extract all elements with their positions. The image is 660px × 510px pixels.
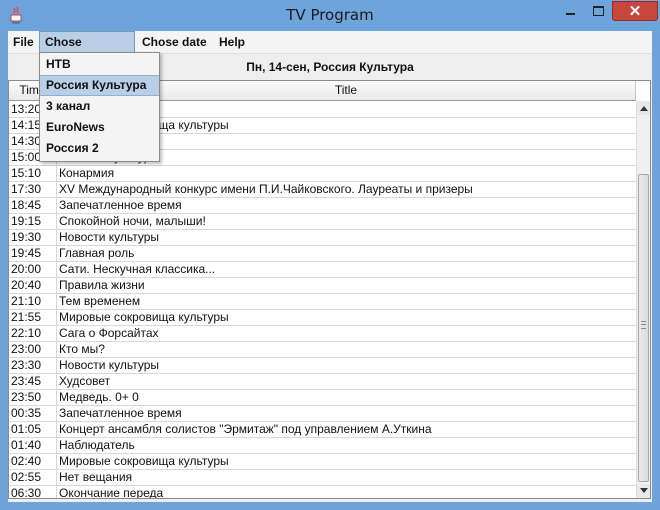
cell-time: 20:40 [9, 277, 57, 293]
cell-time: 23:50 [9, 389, 57, 405]
minimize-icon [566, 13, 575, 15]
scroll-thumb[interactable] [638, 174, 649, 482]
cell-time: 17:30 [9, 181, 57, 197]
table-row[interactable]: 23:00 Кто мы? [9, 341, 636, 358]
table-row[interactable]: 21:55 Мировые сокровища культуры [9, 309, 636, 326]
cell-title: Сати. Нескучная классика... [59, 262, 216, 276]
cell-title: Тем временем [59, 294, 141, 308]
cell-title: Главная роль [59, 246, 135, 260]
channel-option-euronews[interactable]: EuroNews [40, 117, 159, 138]
table-row[interactable]: 02:55 Нет вещания [9, 469, 636, 486]
cell-time: 22:10 [9, 325, 57, 341]
cell-time: 19:45 [9, 245, 57, 261]
table-row[interactable]: 06:30 Окончание переда [9, 485, 636, 499]
menu-help[interactable]: Help [214, 31, 250, 53]
scroll-down-button[interactable] [637, 484, 650, 498]
cell-title: Окончание переда [59, 486, 164, 499]
scroll-up-button[interactable] [637, 101, 650, 115]
cell-title: Спокойной ночи, малыши! [59, 214, 206, 228]
cell-time: 20:00 [9, 261, 57, 277]
cell-title: Нет вещания [59, 470, 133, 484]
table-row[interactable]: 20:40 Правила жизни [9, 277, 636, 294]
channel-option-rossiya-kultura[interactable]: Россия Культура [40, 75, 159, 96]
maximize-icon [593, 6, 604, 16]
cell-title: Новости культуры [59, 358, 160, 372]
channel-dropdown-menu: НТВ Россия Культура 3 канал EuroNews Рос… [39, 52, 160, 162]
table-row[interactable]: 21:10 Тем временем [9, 293, 636, 310]
channel-option-3-kanal[interactable]: 3 канал [40, 96, 159, 117]
table-row[interactable]: 23:30 Новости культуры [9, 357, 636, 374]
table-row[interactable]: 19:15 Спокойной ночи, малыши! [9, 213, 636, 230]
table-row[interactable]: 00:35 Запечатленное время [9, 405, 636, 422]
cell-time: 02:55 [9, 469, 57, 485]
table-row[interactable]: 01:40 Наблюдатель [9, 437, 636, 454]
table-row[interactable]: 22:10 Сага о Форсайтах [9, 325, 636, 342]
cell-title: Запечатленное время [59, 198, 182, 212]
menu-chose-date[interactable]: Chose date [137, 31, 212, 53]
client-area: File Chose channel Chose date Help Пн, 1… [8, 31, 652, 502]
title-bar[interactable]: TV Program ✕ [0, 0, 660, 31]
menu-chose-channel[interactable]: Chose channel [39, 31, 135, 69]
cell-time: 21:55 [9, 309, 57, 325]
cell-title: Правила жизни [59, 278, 145, 292]
cell-time: 23:00 [9, 341, 57, 357]
cell-time: 01:05 [9, 421, 57, 437]
cell-title: Медведь. 0+ 0 [59, 390, 139, 404]
cell-time: 23:45 [9, 373, 57, 389]
vertical-scrollbar[interactable] [636, 101, 650, 498]
menu-file[interactable]: File [8, 31, 39, 53]
cell-title: Наблюдатель [59, 438, 135, 452]
cell-title: Конармия [59, 166, 115, 180]
table-row[interactable]: 17:30 XV Международный конкурс имени П.И.… [9, 181, 636, 198]
cell-time: 23:30 [9, 357, 57, 373]
cell-time: 01:40 [9, 437, 57, 453]
cell-title: Кто мы? [59, 342, 105, 356]
table-row[interactable]: 19:45 Главная роль [9, 245, 636, 262]
cell-time: 18:45 [9, 197, 57, 213]
cell-time: 02:40 [9, 453, 57, 469]
table-row[interactable]: 20:00 Сати. Нескучная классика... [9, 261, 636, 278]
table-row[interactable]: 15:10 Конармия [9, 165, 636, 182]
cell-title: Мировые сокровища культуры [59, 310, 229, 324]
table-row[interactable]: 02:40 Мировые сокровища культуры [9, 453, 636, 470]
scroll-grip-icon [641, 321, 646, 329]
menu-bar: File Chose channel Chose date Help [8, 31, 652, 69]
table-row[interactable]: 23:45 Худсовет [9, 373, 636, 390]
minimize-button[interactable] [557, 1, 585, 21]
cell-title: Мировые сокровища культуры [59, 454, 229, 468]
cell-title: Новости культуры [59, 230, 160, 244]
table-row[interactable]: 18:45 Запечатленное время [9, 197, 636, 214]
close-button[interactable]: ✕ [612, 1, 658, 21]
cell-time: 15:10 [9, 165, 57, 181]
scroll-down-icon [640, 488, 648, 493]
cell-time: 06:30 [9, 485, 57, 498]
cell-time: 00:35 [9, 405, 57, 421]
channel-option-ntv[interactable]: НТВ [40, 54, 159, 75]
app-window: TV Program ✕ File Chose channel Chose da… [0, 0, 660, 510]
cell-title: Запечатленное время [59, 406, 182, 420]
close-icon: ✕ [628, 3, 642, 20]
maximize-button[interactable] [585, 1, 612, 21]
cell-title: Худсовет [59, 374, 111, 388]
channel-option-rossiya-2[interactable]: Россия 2 [40, 138, 159, 159]
cell-time: 19:30 [9, 229, 57, 245]
cell-time: 19:15 [9, 213, 57, 229]
table-row[interactable]: 01:05 Концерт ансамбля солистов "Эрмитаж"… [9, 421, 636, 438]
cell-title: Концерт ансамбля солистов "Эрмитаж" под … [59, 422, 432, 436]
cell-time: 21:10 [9, 293, 57, 309]
cell-title: Сага о Форсайтах [59, 326, 159, 340]
cell-title: XV Международный конкурс имени П.И.Чайко… [59, 182, 473, 196]
scroll-up-icon [640, 106, 648, 111]
table-row[interactable]: 23:50 Медведь. 0+ 0 [9, 389, 636, 406]
table-row[interactable]: 19:30 Новости культуры [9, 229, 636, 246]
